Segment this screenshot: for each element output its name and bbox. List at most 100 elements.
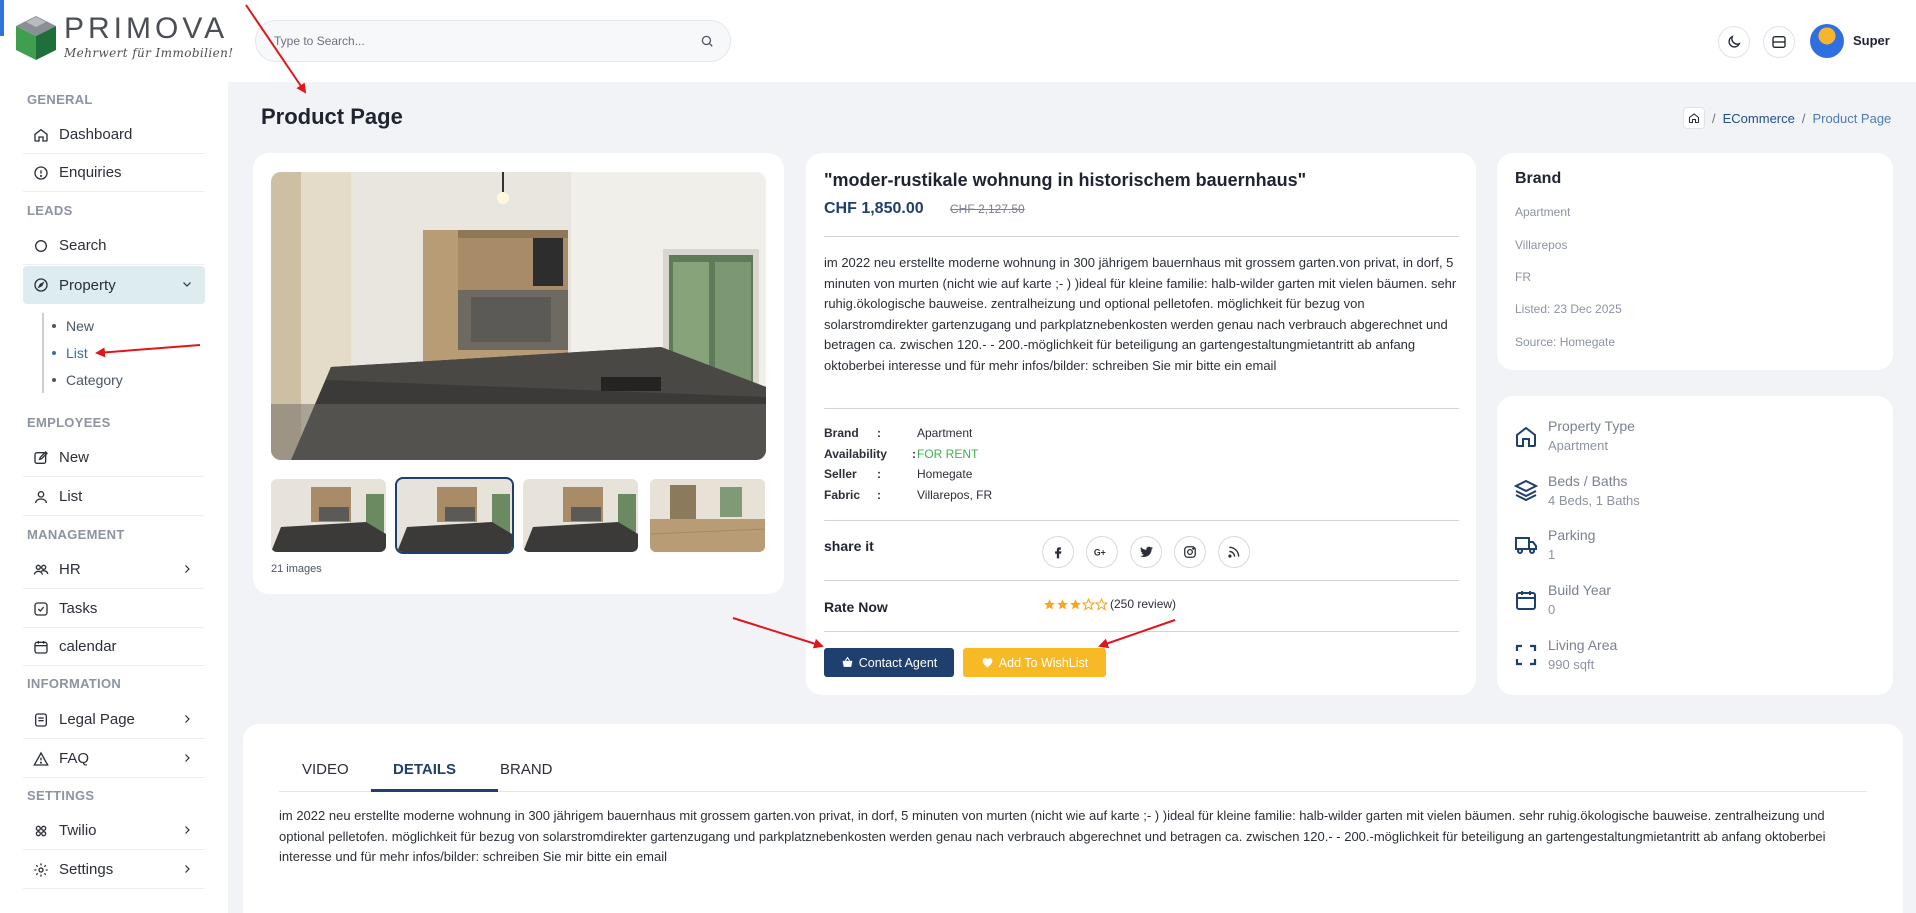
star-filled-icon[interactable] bbox=[1056, 598, 1069, 611]
sidebar-item-employees-new[interactable]: New bbox=[23, 439, 205, 477]
sidebar-item-settings[interactable]: Settings bbox=[23, 851, 205, 889]
section-management: MANAGEMENT bbox=[27, 527, 125, 542]
chevron-right-icon bbox=[185, 826, 190, 834]
home-icon bbox=[34, 128, 48, 142]
spec-label-seller: Seller bbox=[824, 467, 857, 481]
feature-label: Living Area bbox=[1548, 637, 1618, 653]
moon-icon bbox=[1728, 35, 1741, 48]
breadcrumb-home[interactable] bbox=[1683, 107, 1705, 129]
thumbnail[interactable] bbox=[650, 479, 765, 552]
sidebar-item-employees-list[interactable]: List bbox=[23, 478, 205, 516]
star-empty-icon[interactable] bbox=[1095, 597, 1108, 611]
tab-details[interactable]: DETAILS bbox=[393, 761, 456, 778]
page-title: Product Page bbox=[261, 104, 403, 129]
sidebar-item-twilio[interactable]: Twilio bbox=[23, 812, 205, 850]
sidebar-item-label: Dashboard bbox=[59, 126, 133, 143]
thumbnail-selected[interactable] bbox=[395, 477, 514, 554]
property-submenu: New List Category bbox=[42, 313, 202, 393]
user-name[interactable]: Super bbox=[1853, 33, 1890, 48]
chevron-right-icon bbox=[185, 754, 190, 762]
submenu-item-new[interactable]: New bbox=[52, 318, 94, 334]
logo-name: PRIMOVA bbox=[64, 12, 229, 45]
product-description: im 2022 neu erstellte moderne wohnung in… bbox=[824, 255, 1457, 373]
star-empty-icon[interactable] bbox=[1082, 597, 1095, 611]
sidebar-item-label: Settings bbox=[59, 861, 114, 878]
user-icon bbox=[35, 490, 47, 503]
users-icon bbox=[33, 564, 49, 575]
divider bbox=[824, 631, 1459, 632]
feature-value: 4 Beds, 1 Baths bbox=[1548, 493, 1640, 508]
avatar[interactable] bbox=[1810, 24, 1844, 58]
chevron-right-icon bbox=[185, 715, 190, 723]
heart-icon bbox=[982, 658, 993, 668]
wishlist-label: Add To WishList bbox=[998, 655, 1089, 670]
feature-value: 0 bbox=[1548, 602, 1556, 617]
feature-label: Build Year bbox=[1548, 582, 1612, 598]
expand-icon bbox=[1515, 644, 1537, 666]
sidebar-item-hr[interactable]: HR bbox=[23, 551, 205, 589]
thumbnail[interactable] bbox=[523, 479, 638, 552]
sidebar-item-property[interactable]: Property bbox=[23, 266, 205, 304]
thumbnail[interactable] bbox=[271, 479, 386, 552]
sidebar-item-legal-page[interactable]: Legal Page bbox=[23, 701, 205, 739]
twitter-icon bbox=[1139, 546, 1153, 558]
sidebar-item-label: Search bbox=[59, 237, 107, 254]
add-to-wishlist-button[interactable]: Add To WishList bbox=[963, 648, 1106, 677]
search-input[interactable] bbox=[274, 34, 700, 48]
share-googleplus-button[interactable]: G+ bbox=[1086, 536, 1118, 568]
share-twitter-button[interactable] bbox=[1130, 536, 1162, 568]
home-icon bbox=[1688, 113, 1700, 124]
breadcrumb-ecommerce[interactable]: ECommerce bbox=[1723, 111, 1795, 126]
sidebar-item-label: calendar bbox=[59, 638, 117, 655]
star-filled-icon[interactable] bbox=[1069, 598, 1082, 611]
submenu-item-list[interactable]: List bbox=[52, 345, 88, 361]
product-main-image[interactable] bbox=[271, 172, 766, 460]
submenu-item-category[interactable]: Category bbox=[52, 372, 123, 388]
sidebar-item-search[interactable]: Search bbox=[23, 227, 205, 265]
brand-listed-date: Listed: 23 Dec 2025 bbox=[1515, 302, 1622, 316]
divider bbox=[824, 520, 1459, 521]
layout-icon bbox=[1772, 36, 1786, 48]
gear-icon bbox=[34, 862, 48, 877]
sidebar-item-label: Twilio bbox=[59, 822, 97, 839]
spec-label-brand: Brand bbox=[824, 426, 859, 440]
info-circle-icon bbox=[34, 165, 48, 180]
tab-brand[interactable]: BRAND bbox=[500, 761, 553, 778]
sidebar-item-tasks[interactable]: Tasks bbox=[23, 590, 205, 628]
logo[interactable]: PRIMOVA Mehrwert für Immobilien! bbox=[14, 14, 234, 62]
share-instagram-button[interactable] bbox=[1174, 536, 1206, 568]
spec-colon: : bbox=[912, 447, 916, 461]
sidebar-item-enquiries[interactable]: Enquiries bbox=[23, 154, 205, 192]
sidebar-item-label: Legal Page bbox=[59, 711, 135, 728]
contact-agent-button[interactable]: Contact Agent bbox=[824, 648, 954, 677]
spec-colon: : bbox=[877, 467, 881, 481]
warning-icon bbox=[33, 751, 49, 766]
home-icon bbox=[1516, 426, 1536, 447]
breadcrumb-separator: / bbox=[1801, 110, 1806, 126]
share-label: share it bbox=[824, 538, 874, 554]
sidebar-item-faq[interactable]: FAQ bbox=[23, 740, 205, 778]
layout-toggle[interactable] bbox=[1763, 26, 1795, 58]
tab-video[interactable]: VIDEO bbox=[302, 761, 349, 778]
spec-value-seller: Homegate bbox=[917, 467, 973, 481]
star-filled-icon[interactable] bbox=[1043, 598, 1056, 611]
google-plus-icon: G+ bbox=[1094, 548, 1106, 558]
spec-colon: : bbox=[877, 426, 881, 440]
calendar-icon bbox=[1516, 591, 1536, 610]
search-icon[interactable] bbox=[700, 34, 714, 48]
search-bar[interactable] bbox=[255, 20, 731, 62]
section-general: GENERAL bbox=[27, 92, 93, 107]
feature-value: 1 bbox=[1548, 547, 1556, 562]
spec-value-fabric: Villarepos, FR bbox=[917, 488, 993, 502]
chevron-right-icon bbox=[185, 565, 190, 573]
sidebar-item-label: List bbox=[59, 488, 83, 505]
sidebar-item-calendar[interactable]: calendar bbox=[23, 628, 205, 666]
section-leads: LEADS bbox=[27, 203, 73, 218]
dark-mode-toggle[interactable] bbox=[1718, 26, 1750, 58]
spec-value-availability: FOR RENT bbox=[917, 447, 979, 461]
sidebar-item-label: FAQ bbox=[59, 750, 90, 767]
share-facebook-button[interactable] bbox=[1042, 536, 1074, 568]
sidebar-item-dashboard[interactable]: Dashboard bbox=[23, 116, 205, 154]
share-rss-button[interactable] bbox=[1218, 536, 1250, 568]
rating-stars[interactable]: (250 review) bbox=[1043, 597, 1176, 611]
